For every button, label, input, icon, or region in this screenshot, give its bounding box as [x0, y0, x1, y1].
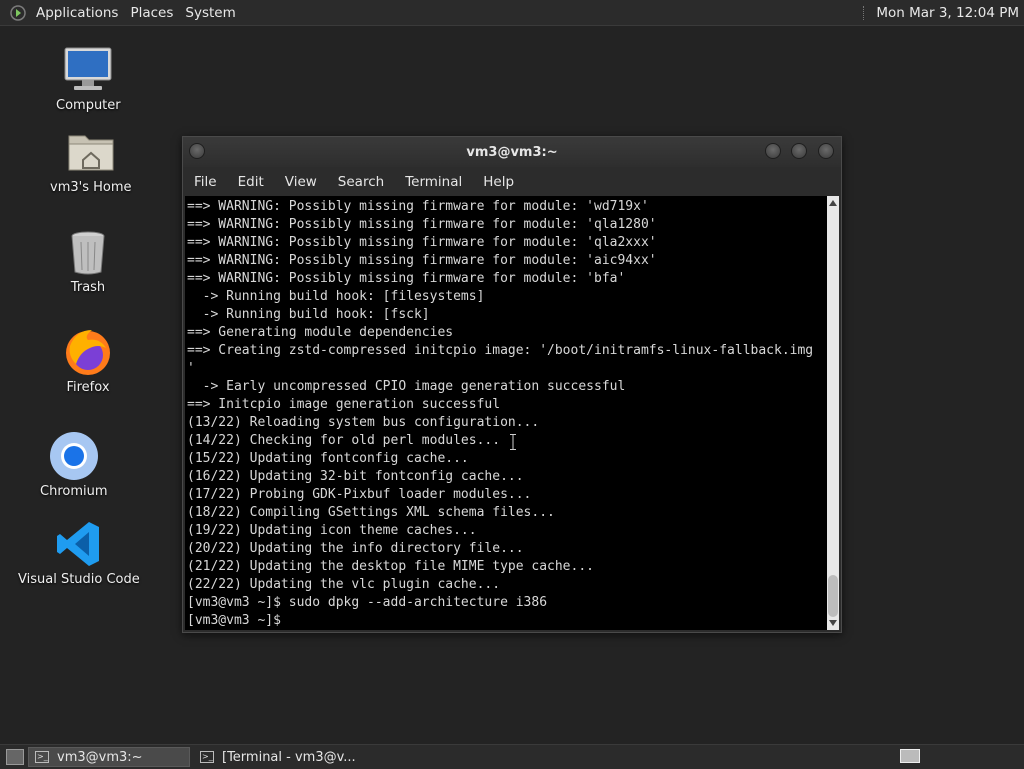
terminal-line: (18/22) Compiling GSettings XML schema f… [187, 505, 555, 520]
terminal-line: ==> WARNING: Possibly missing firmware f… [187, 217, 657, 232]
minimize-button[interactable] [765, 143, 781, 159]
desktop-icon-computer[interactable]: Computer [56, 44, 121, 113]
terminal-line: (15/22) Updating fontconfig cache... [187, 451, 469, 466]
desktop-icon-trash[interactable]: Trash [62, 226, 114, 295]
desktop-icon-vscode[interactable]: Visual Studio Code [18, 518, 140, 587]
workspace-switcher[interactable] [900, 749, 920, 763]
vscode-icon [53, 518, 105, 570]
menu-edit[interactable]: Edit [227, 174, 274, 190]
terminal-prompt[interactable]: [vm3@vm3 ~]$ [187, 612, 827, 630]
window-titlebar[interactable]: vm3@vm3:~ [183, 137, 841, 167]
desktop-icon-label: Chromium [40, 484, 108, 499]
taskbar-item-terminal-2[interactable]: >_ [Terminal - vm3@v... [194, 747, 364, 767]
clock[interactable]: Mon Mar 3, 12:04 PM [876, 5, 1024, 21]
trash-icon [62, 226, 114, 278]
home-folder-icon [65, 126, 117, 178]
scroll-up-icon[interactable] [829, 200, 837, 206]
terminal-line: (20/22) Updating the info directory file… [187, 541, 524, 556]
bottom-panel: >_ vm3@vm3:~ >_ [Terminal - vm3@v... [0, 744, 1024, 769]
menu-terminal[interactable]: Terminal [394, 174, 472, 190]
taskbar-item-terminal[interactable]: >_ vm3@vm3:~ [28, 747, 190, 767]
places-menu[interactable]: Places [124, 5, 179, 21]
window-menu-button[interactable] [189, 143, 205, 159]
panel-separator [863, 5, 866, 20]
terminal-line: ' [187, 361, 195, 376]
terminal-line: (22/22) Updating the vlc plugin cache... [187, 577, 501, 592]
terminal-line: (14/22) Checking for old perl modules... [187, 433, 501, 448]
maximize-button[interactable] [791, 143, 807, 159]
taskbar-item-label: vm3@vm3:~ [57, 749, 143, 765]
firefox-icon [62, 326, 114, 378]
terminal-line: (13/22) Reloading system bus configurati… [187, 415, 540, 430]
terminal-line: (16/22) Updating 32-bit fontconfig cache… [187, 469, 524, 484]
terminal-line: [vm3@vm3 ~]$ sudo dpkg --add-architectur… [187, 595, 548, 610]
window-title: vm3@vm3:~ [466, 144, 558, 160]
manjaro-logo-icon[interactable] [10, 4, 26, 21]
terminal-scrollbar[interactable] [827, 196, 839, 630]
desktop-icon-chromium[interactable]: Chromium [40, 430, 108, 499]
desktop-icon-label: Computer [56, 98, 121, 113]
terminal-icon: >_ [200, 751, 214, 763]
desktop-icon-label: Trash [70, 280, 106, 295]
terminal-line: ==> Initcpio image generation successful [187, 397, 501, 412]
terminal-line: ==> Generating module dependencies [187, 325, 454, 340]
terminal-line: ==> WARNING: Possibly missing firmware f… [187, 271, 626, 286]
terminal-line: ==> WARNING: Possibly missing firmware f… [187, 253, 657, 268]
menu-view[interactable]: View [274, 174, 327, 190]
terminal-line: -> Early uncompressed CPIO image generat… [187, 379, 626, 394]
window-menubar: File Edit View Search Terminal Help [183, 167, 841, 196]
terminal-window[interactable]: vm3@vm3:~ File Edit View Search Terminal… [182, 136, 842, 633]
terminal-line: ==> WARNING: Possibly missing firmware f… [187, 199, 649, 214]
terminal-line: (17/22) Probing GDK-Pixbuf loader module… [187, 487, 532, 502]
top-panel: Applications Places System Mon Mar 3, 12… [0, 0, 1024, 26]
scroll-down-icon[interactable] [829, 620, 837, 626]
terminal-output[interactable]: ==> WARNING: Possibly missing firmware f… [185, 196, 827, 630]
taskbar-item-label: [Terminal - vm3@v... [222, 749, 356, 765]
terminal-line: ==> WARNING: Possibly missing firmware f… [187, 235, 657, 250]
system-menu[interactable]: System [179, 5, 241, 21]
menu-search[interactable]: Search [327, 174, 394, 190]
applications-menu[interactable]: Applications [30, 5, 124, 21]
desktop-icon-label: vm3's Home [50, 180, 132, 195]
desktop-icon-home[interactable]: vm3's Home [50, 126, 132, 195]
terminal-line: (19/22) Updating icon theme caches... [187, 523, 477, 538]
menu-help[interactable]: Help [472, 174, 524, 190]
computer-icon [62, 44, 114, 96]
desktop-icon-label: Firefox [66, 380, 110, 395]
terminal-line: -> Running build hook: [fsck] [187, 307, 430, 322]
terminal-line: ==> Creating zstd-compressed initcpio im… [187, 343, 814, 358]
desktop-icon-firefox[interactable]: Firefox [62, 326, 114, 395]
close-button[interactable] [818, 143, 834, 159]
scrollbar-thumb[interactable] [828, 575, 838, 617]
menu-file[interactable]: File [183, 174, 227, 190]
terminal-line: (21/22) Updating the desktop file MIME t… [187, 559, 594, 574]
desktop-icon-label: Visual Studio Code [18, 572, 140, 587]
show-desktop-icon[interactable] [6, 749, 24, 765]
terminal-line: -> Running build hook: [filesystems] [187, 289, 485, 304]
terminal-icon: >_ [35, 751, 49, 763]
chromium-icon [48, 430, 100, 482]
text-cursor-icon [510, 434, 516, 450]
